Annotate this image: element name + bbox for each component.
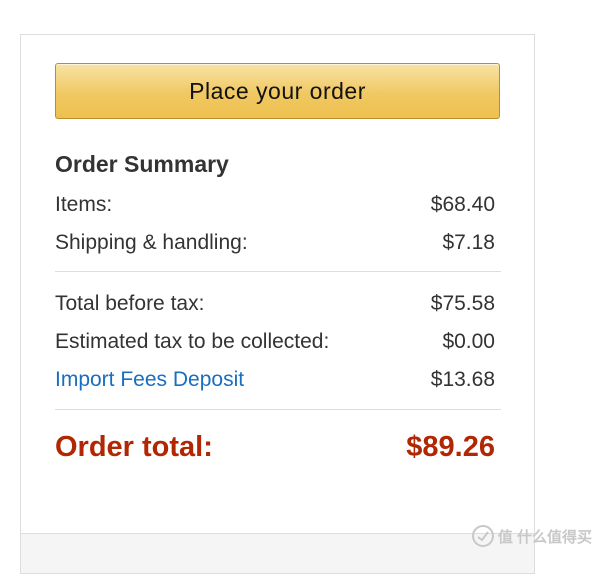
total-before-tax-value: $75.58: [430, 292, 495, 315]
import-fees-row: Import Fees Deposit $13.68: [55, 365, 495, 395]
watermark-logo-icon: [471, 525, 494, 547]
site-watermark: 值 什么值得买: [471, 525, 592, 547]
import-fees-deposit-link[interactable]: Import Fees Deposit: [55, 368, 244, 392]
shipping-value: $7.18: [442, 231, 495, 254]
items-row: Items: $68.40: [55, 190, 495, 220]
import-fees-value: $13.68: [430, 368, 495, 391]
estimated-tax-label: Estimated tax to be collected:: [55, 330, 330, 353]
shipping-row: Shipping & handling: $7.18: [55, 228, 495, 258]
items-value: $68.40: [430, 193, 495, 216]
order-total-value: $89.26: [406, 430, 495, 463]
order-summary-title: Order Summary: [55, 151, 229, 177]
place-order-label: Place your order: [189, 77, 366, 104]
order-total-row: Order total: $89.26: [55, 427, 495, 467]
order-total-label: Order total:: [55, 430, 213, 463]
place-order-button[interactable]: Place your order: [55, 63, 500, 119]
summary-divider: [55, 271, 501, 272]
order-summary-card: Place your order Order Summary Items: $6…: [20, 34, 535, 574]
estimated-tax-row: Estimated tax to be collected: $0.00: [55, 327, 495, 357]
estimated-tax-value: $0.00: [442, 330, 495, 353]
card-footer: [21, 533, 534, 573]
shipping-label: Shipping & handling:: [55, 231, 248, 254]
items-label: Items:: [55, 193, 113, 216]
watermark-text: 值 什么值得买: [497, 528, 592, 546]
total-before-tax-row: Total before tax: $75.58: [55, 289, 495, 319]
total-before-tax-label: Total before tax:: [55, 292, 205, 315]
total-divider: [55, 409, 501, 410]
